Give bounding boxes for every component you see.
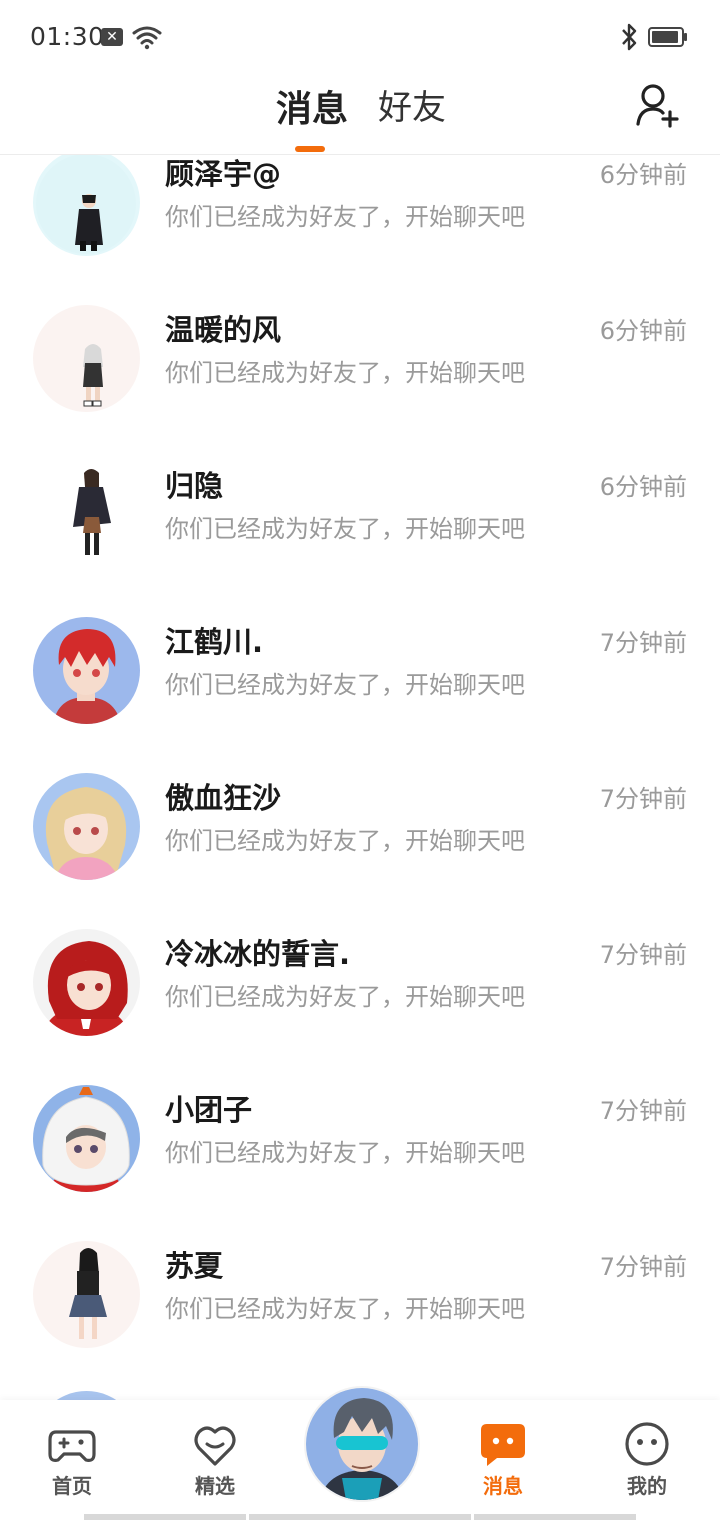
- status-time: 01:30: [30, 22, 105, 51]
- message-time: 7分钟前: [599, 629, 687, 657]
- home-indicator: [84, 1514, 246, 1520]
- contact-name: 温暖的风: [165, 313, 282, 347]
- wifi-icon: [132, 26, 162, 50]
- home-indicator: [474, 1514, 636, 1520]
- avatar: [33, 773, 140, 880]
- avatar: [33, 305, 140, 412]
- contact-name: 归隐: [165, 469, 224, 503]
- message-preview: 你们已经成为好友了，开始聊天吧: [165, 203, 525, 231]
- conversation-list[interactable]: 顾泽宇@ 你们已经成为好友了，开始聊天吧 6分钟前 温暖的风 你们已经成为好友了: [0, 155, 720, 1400]
- list-item[interactable]: 傲血狂沙 你们已经成为好友了，开始聊天吧 7分钟前: [0, 773, 720, 929]
- battery-icon: [648, 27, 687, 47]
- list-item[interactable]: 江鹤川. 你们已经成为好友了，开始聊天吧 7分钟前: [0, 617, 720, 773]
- message-preview: 你们已经成为好友了，开始聊天吧: [165, 1295, 525, 1323]
- contact-name: 傲血狂沙: [165, 781, 282, 815]
- nav-item-messages[interactable]: 消息: [453, 1420, 553, 1499]
- message-time: 6分钟前: [599, 161, 687, 189]
- list-item[interactable]: 冷冰冰的誓言. 你们已经成为好友了，开始聊天吧 7分钟前: [0, 929, 720, 1085]
- avatar: [33, 155, 140, 256]
- nav-item-mine[interactable]: 我的: [597, 1420, 697, 1499]
- contact-name: 江鹤川.: [165, 625, 264, 659]
- message-time: 7分钟前: [599, 941, 687, 969]
- avatar: [33, 1391, 140, 1400]
- messages-screen: 01:30 ✕ 消息 好友 顾泽宇@ 你们已经成为好友了，开始聊天吧 6分钟前 …: [0, 0, 720, 1520]
- contact-name: 冷冰冰的誓言.: [165, 937, 351, 971]
- header: 消息 好友: [0, 72, 720, 155]
- add-user-icon[interactable]: [634, 82, 680, 128]
- avatar: [306, 1388, 418, 1500]
- notification-x-icon: ✕: [101, 28, 123, 46]
- avatar: [33, 1241, 140, 1348]
- message-preview: 你们已经成为好友了，开始聊天吧: [165, 827, 525, 855]
- message-time: 7分钟前: [599, 1097, 687, 1125]
- face-icon: [625, 1422, 669, 1466]
- list-item[interactable]: 归隐 你们已经成为好友了，开始聊天吧 6分钟前: [0, 461, 720, 617]
- message-preview: 你们已经成为好友了，开始聊天吧: [165, 1139, 525, 1167]
- bluetooth-icon: [622, 23, 637, 51]
- active-tab-indicator: [295, 146, 325, 152]
- message-preview: 你们已经成为好友了，开始聊天吧: [165, 983, 525, 1011]
- nav-label: 精选: [195, 1474, 235, 1498]
- nav-item-home[interactable]: 首页: [22, 1420, 122, 1499]
- message-preview: 你们已经成为好友了，开始聊天吧: [165, 359, 525, 387]
- avatar: [33, 929, 140, 1036]
- nav-item-featured[interactable]: 精选: [165, 1420, 265, 1499]
- avatar: [33, 461, 140, 568]
- heart-chat-icon: [194, 1426, 236, 1466]
- nav-label: 消息: [483, 1474, 523, 1498]
- avatar: [33, 617, 140, 724]
- nav-label: 首页: [52, 1474, 92, 1498]
- message-time: 6分钟前: [599, 317, 687, 345]
- avatar: [33, 1085, 140, 1192]
- message-preview: 你们已经成为好友了，开始聊天吧: [165, 671, 525, 699]
- gamepad-icon: [48, 1430, 96, 1462]
- contact-name: 苏夏: [165, 1249, 224, 1283]
- list-item[interactable]: 小团子 你们已经成为好友了，开始聊天吧 7分钟前: [0, 1085, 720, 1241]
- center-avatar-button[interactable]: [304, 1386, 420, 1502]
- contact-name: 小团子: [165, 1093, 253, 1127]
- message-bubble-icon: [481, 1424, 525, 1466]
- list-item[interactable]: 温暖的风 你们已经成为好友了，开始聊天吧 6分钟前: [0, 305, 720, 461]
- list-item[interactable]: 顾泽宇@ 你们已经成为好友了，开始聊天吧 6分钟前: [0, 155, 720, 305]
- tab-messages[interactable]: 消息: [276, 80, 348, 132]
- message-preview: 你们已经成为好友了，开始聊天吧: [165, 515, 525, 543]
- message-time: 6分钟前: [599, 473, 687, 501]
- home-indicator: [249, 1514, 471, 1520]
- message-time: 7分钟前: [599, 1253, 687, 1281]
- message-time: 7分钟前: [599, 785, 687, 813]
- status-bar: 01:30 ✕: [0, 0, 720, 72]
- nav-label: 我的: [627, 1474, 667, 1498]
- tab-friends[interactable]: 好友: [378, 80, 446, 129]
- contact-name: 顾泽宇@: [165, 157, 282, 191]
